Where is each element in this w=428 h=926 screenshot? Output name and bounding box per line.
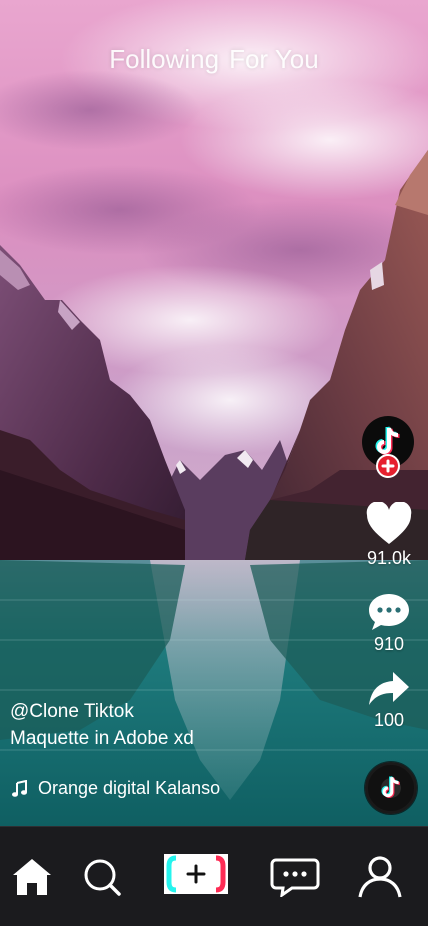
nav-home[interactable] xyxy=(8,827,56,926)
plus-icon xyxy=(381,459,395,473)
music-title: Orange digital Kalanso xyxy=(38,778,221,798)
message-icon xyxy=(270,858,320,897)
user-icon xyxy=(358,856,402,898)
tiktok-feed-screen: Following For You 91.0k 910 100 @Clone T… xyxy=(0,0,428,926)
follow-button[interactable] xyxy=(376,454,400,478)
bottom-nav xyxy=(0,826,428,926)
tab-following[interactable]: Following xyxy=(109,44,219,75)
search-icon xyxy=(84,859,121,896)
nav-profile[interactable] xyxy=(354,827,406,926)
share-count: 100 xyxy=(373,710,405,730)
feed-tabs: Following For You xyxy=(0,44,428,75)
chat-bubble-icon xyxy=(369,594,409,630)
home-icon xyxy=(13,859,51,895)
like-action[interactable]: 91.0k xyxy=(358,502,420,569)
nav-create-button[interactable] xyxy=(164,854,228,894)
heart-icon xyxy=(366,502,412,544)
create-plus-icon xyxy=(164,854,228,894)
nav-inbox[interactable] xyxy=(268,827,322,926)
nav-search[interactable] xyxy=(80,827,124,926)
comment-action[interactable]: 910 xyxy=(358,592,420,655)
like-count: 91.0k xyxy=(366,548,412,568)
share-action[interactable]: 100 xyxy=(358,670,420,731)
share-arrow-icon xyxy=(369,672,409,705)
music-note-icon xyxy=(12,779,27,797)
music-disc[interactable] xyxy=(365,762,417,814)
video-caption: @Clone Tiktok Maquette in Adobe xd xyxy=(10,700,194,751)
creator-username[interactable]: @Clone Tiktok xyxy=(10,700,194,724)
music-disc-icon xyxy=(381,776,400,798)
video-description: Maquette in Adobe xd xyxy=(10,728,194,749)
tab-for-you[interactable]: For You xyxy=(229,44,319,75)
comment-count: 910 xyxy=(373,634,405,654)
music-info[interactable]: Orange digital Kalanso xyxy=(12,778,220,799)
